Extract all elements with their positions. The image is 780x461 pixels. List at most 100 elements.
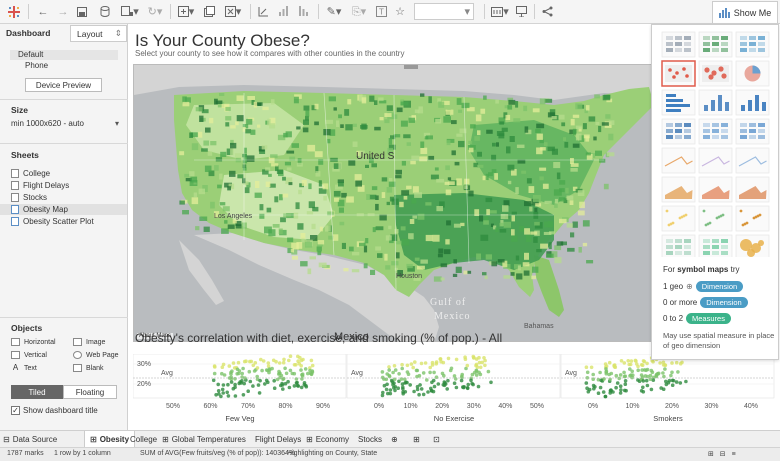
scatter-point[interactable] (670, 370, 674, 375)
scatter-point[interactable] (614, 373, 619, 378)
scatter-point[interactable] (411, 365, 416, 370)
county-cell[interactable] (295, 202, 300, 210)
back-icon[interactable]: ← (35, 3, 51, 20)
county-cell[interactable] (332, 234, 339, 241)
scatter-point[interactable] (267, 370, 271, 375)
chart-type-treemap[interactable] (661, 118, 696, 145)
county-cell[interactable] (586, 105, 590, 111)
county-cell[interactable] (401, 160, 406, 166)
scatter-point[interactable] (401, 387, 405, 391)
object-image[interactable]: Image (73, 338, 105, 346)
object-vertical[interactable]: Vertical (11, 351, 47, 359)
scatter-point[interactable] (417, 392, 421, 397)
county-cell[interactable] (220, 151, 227, 157)
county-cell[interactable] (470, 124, 476, 129)
county-cell[interactable] (551, 148, 558, 155)
county-cell[interactable] (400, 101, 409, 106)
county-cell[interactable] (420, 93, 425, 97)
county-cell[interactable] (577, 210, 585, 216)
county-cell[interactable] (428, 155, 435, 161)
county-cell[interactable] (508, 99, 516, 105)
scatter-point[interactable] (299, 358, 304, 363)
object-web-page[interactable]: Web Page (73, 351, 119, 359)
county-cell[interactable] (296, 242, 303, 249)
scatter-point[interactable] (387, 365, 391, 369)
tab-dashboard[interactable]: Dashboard (0, 24, 68, 41)
county-cell[interactable] (309, 256, 317, 260)
county-cell[interactable] (284, 161, 291, 166)
duplicate-icon[interactable] (202, 3, 216, 20)
scatter-point[interactable] (389, 378, 394, 383)
county-cell[interactable] (539, 167, 547, 171)
county-cell[interactable] (569, 200, 574, 205)
county-cell[interactable] (399, 201, 404, 208)
county-cell[interactable] (556, 172, 561, 180)
county-cell[interactable] (608, 120, 615, 125)
county-cell[interactable] (475, 114, 482, 122)
county-cell[interactable] (445, 239, 450, 245)
county-cell[interactable] (595, 121, 600, 126)
county-cell[interactable] (197, 131, 203, 138)
county-cell[interactable] (386, 201, 391, 206)
scatter-point[interactable] (674, 360, 679, 365)
county-cell[interactable] (210, 201, 215, 209)
county-cell[interactable] (548, 221, 553, 228)
county-cell[interactable] (546, 253, 554, 258)
county-cell[interactable] (559, 188, 565, 193)
county-cell[interactable] (237, 174, 244, 179)
scatter-point[interactable] (596, 391, 601, 395)
county-cell[interactable] (447, 177, 452, 181)
county-cell[interactable] (227, 224, 235, 229)
county-cell[interactable] (443, 249, 451, 255)
county-cell[interactable] (468, 190, 474, 197)
county-cell[interactable] (262, 106, 269, 111)
county-cell[interactable] (440, 277, 445, 281)
county-cell[interactable] (215, 157, 223, 162)
tableau-logo-icon[interactable] (6, 3, 22, 20)
sheet-college[interactable]: College (11, 168, 127, 179)
county-cell[interactable] (319, 226, 323, 232)
scatter-point[interactable] (454, 385, 459, 390)
county-cell[interactable] (375, 246, 381, 251)
county-cell[interactable] (420, 141, 425, 149)
scatter-point[interactable] (585, 370, 590, 375)
county-cell[interactable] (511, 235, 518, 242)
county-cell[interactable] (515, 101, 519, 108)
scatter-point[interactable] (641, 379, 646, 383)
county-cell[interactable] (523, 105, 528, 112)
scatter-point[interactable] (471, 354, 476, 359)
county-cell[interactable] (533, 195, 541, 202)
scatter-point[interactable] (233, 394, 238, 398)
county-cell[interactable] (276, 169, 283, 175)
county-cell[interactable] (388, 138, 393, 145)
county-cell[interactable] (451, 120, 457, 125)
county-cell[interactable] (378, 97, 384, 101)
county-cell[interactable] (445, 109, 454, 115)
scatter-point[interactable] (656, 371, 661, 376)
county-cell[interactable] (410, 160, 416, 165)
county-cell[interactable] (477, 164, 484, 168)
pause-updates-icon[interactable]: ▾ (120, 3, 140, 20)
county-cell[interactable] (463, 270, 468, 275)
county-cell[interactable] (379, 117, 384, 121)
county-cell[interactable] (582, 123, 587, 130)
scatter-point[interactable] (241, 393, 246, 397)
scatter-point[interactable] (644, 378, 649, 383)
scatter-point[interactable] (244, 359, 248, 363)
scatter-point[interactable] (277, 361, 282, 365)
scatter-point[interactable] (248, 379, 253, 384)
county-cell[interactable] (477, 151, 482, 157)
county-cell[interactable] (301, 179, 307, 186)
county-cell[interactable] (425, 202, 432, 206)
device-preview-button[interactable]: Device Preview (25, 78, 102, 92)
scatter-point[interactable] (617, 376, 621, 381)
county-cell[interactable] (456, 98, 462, 105)
scatter-panel-1[interactable]: Avg 0% 10% 20% 30% 40% 50% No Exercise (346, 353, 561, 423)
scatter-point[interactable] (401, 391, 406, 396)
chart-type-filled-map[interactable] (698, 60, 733, 87)
scatter-point[interactable] (257, 391, 262, 395)
county-cell[interactable] (345, 124, 353, 131)
county-cell[interactable] (209, 117, 214, 124)
county-cell[interactable] (534, 207, 538, 213)
county-cell[interactable] (519, 225, 525, 232)
